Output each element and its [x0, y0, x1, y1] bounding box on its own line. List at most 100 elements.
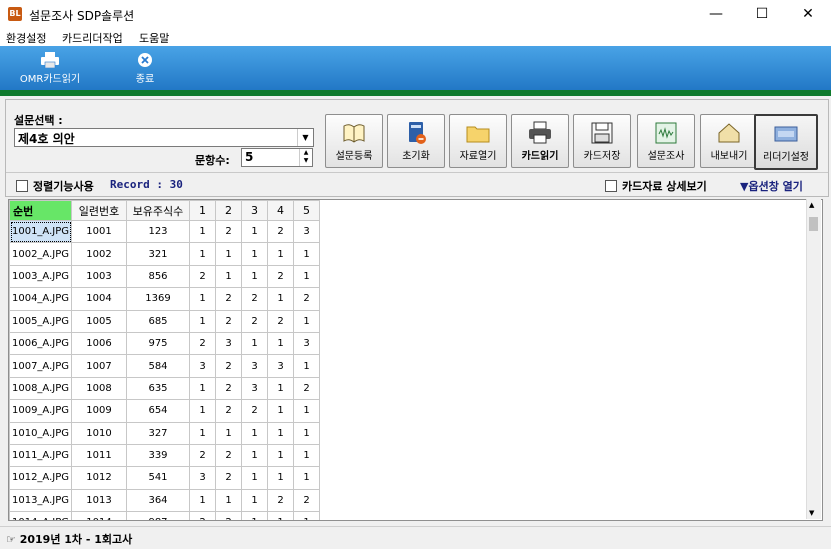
table-cell[interactable]: 1007_A.JPG	[9, 354, 72, 378]
table-cell[interactable]: 685	[126, 309, 190, 333]
table-cell[interactable]: 1	[189, 399, 216, 423]
table-cell[interactable]: 1009_A.JPG	[9, 399, 72, 423]
table-cell[interactable]: 2	[189, 264, 216, 289]
table-cell[interactable]: 1008	[71, 376, 127, 401]
table-cell[interactable]: 1009	[71, 399, 127, 423]
table-cell[interactable]: 1	[267, 511, 294, 520]
table-cell[interactable]: 584	[126, 354, 190, 378]
table-cell[interactable]: 1	[293, 421, 320, 445]
table-cell[interactable]: 1	[241, 488, 268, 513]
table-cell[interactable]: 975	[126, 331, 190, 356]
table-row[interactable]: 1001_A.JPG 1001 123 1 2 1 2 3	[9, 219, 320, 244]
table-cell[interactable]: 1	[189, 219, 216, 244]
register-survey-button[interactable]: 설문등록	[325, 114, 383, 168]
minimize-button[interactable]: —	[693, 0, 739, 28]
survey-button[interactable]: 설문조사	[637, 114, 695, 168]
scroll-up-icon[interactable]: ▲	[809, 201, 814, 209]
table-cell[interactable]: 1	[241, 331, 268, 356]
table-cell[interactable]: 2	[215, 399, 242, 423]
chevron-down-icon[interactable]: ▼	[297, 129, 313, 146]
table-cell[interactable]: 364	[126, 488, 190, 513]
table-cell[interactable]: 987	[126, 511, 190, 520]
table-cell[interactable]: 1005	[71, 309, 127, 333]
table-cell[interactable]: 1	[267, 287, 294, 311]
table-cell[interactable]: 1	[241, 443, 268, 468]
column-header[interactable]: 보유주식수	[126, 200, 190, 221]
table-cell[interactable]: 2	[215, 376, 242, 401]
table-cell[interactable]: 327	[126, 421, 190, 445]
open-options-link[interactable]: ▼옵션창 열기	[740, 178, 803, 194]
table-cell[interactable]: 2	[241, 399, 268, 423]
table-row[interactable]: 1005_A.JPG 1005 685 1 2 2 2 1	[9, 309, 320, 333]
read-card-button[interactable]: 카드읽기	[511, 114, 569, 168]
table-row[interactable]: 1008_A.JPG 1008 635 1 2 3 1 2	[9, 376, 320, 401]
table-cell[interactable]: 1	[267, 443, 294, 468]
table-cell[interactable]: 1003_A.JPG	[9, 264, 72, 289]
table-cell[interactable]: 1	[293, 354, 320, 378]
open-data-button[interactable]: 자료열기	[449, 114, 507, 168]
table-cell[interactable]: 1	[241, 219, 268, 244]
menu-settings[interactable]: 환경설정	[6, 30, 46, 46]
detail-view-checkbox[interactable]	[605, 180, 617, 192]
table-cell[interactable]: 1001	[71, 219, 127, 244]
menu-card-reader[interactable]: 카드리더작업	[62, 30, 123, 46]
table-cell[interactable]: 1001_A.JPG	[9, 219, 72, 244]
table-row[interactable]: 1011_A.JPG 1011 339 2 2 1 1 1	[9, 443, 320, 468]
table-cell[interactable]: 1	[267, 466, 294, 490]
table-cell[interactable]: 541	[126, 466, 190, 490]
table-cell[interactable]: 1	[215, 264, 242, 289]
table-row[interactable]: 1010_A.JPG 1010 327 1 1 1 1 1	[9, 421, 320, 445]
scroll-thumb[interactable]	[809, 217, 818, 231]
table-cell[interactable]: 1007	[71, 354, 127, 378]
column-header[interactable]: 일련번호	[71, 200, 127, 221]
table-cell[interactable]: 1	[293, 443, 320, 468]
table-cell[interactable]: 2	[267, 264, 294, 289]
data-grid[interactable]: 순번 일련번호 보유주식수 1 2 3 4 5 1001_A.JPG 1001 12…	[8, 199, 823, 521]
table-cell[interactable]: 1006	[71, 331, 127, 356]
table-cell[interactable]: 1014_A.JPG	[9, 511, 72, 520]
close-button[interactable]: ✕	[785, 0, 831, 28]
table-cell[interactable]: 1	[267, 331, 294, 356]
table-cell[interactable]: 1	[189, 421, 216, 445]
table-cell[interactable]: 1	[241, 242, 268, 266]
table-cell[interactable]: 1	[241, 511, 268, 520]
table-cell[interactable]: 3	[215, 331, 242, 356]
maximize-button[interactable]: ☐	[739, 0, 785, 28]
table-cell[interactable]: 3	[267, 354, 294, 378]
column-header[interactable]: 5	[293, 200, 320, 221]
question-count-stepper[interactable]: 5 ▲ ▼	[241, 148, 313, 167]
table-cell[interactable]: 1014	[71, 511, 127, 520]
table-cell[interactable]: 1	[215, 421, 242, 445]
table-cell[interactable]: 2	[215, 443, 242, 468]
table-cell[interactable]: 2	[215, 287, 242, 311]
table-cell[interactable]: 1	[241, 466, 268, 490]
table-row[interactable]: 1006_A.JPG 1006 975 2 3 1 1 3	[9, 331, 320, 356]
table-cell[interactable]: 1	[293, 242, 320, 266]
table-cell[interactable]: 1010_A.JPG	[9, 421, 72, 445]
table-cell[interactable]: 2	[215, 354, 242, 378]
table-cell[interactable]: 1013_A.JPG	[9, 488, 72, 513]
table-cell[interactable]: 2	[215, 466, 242, 490]
table-cell[interactable]: 1	[189, 488, 216, 513]
menu-help[interactable]: 도움말	[139, 30, 169, 46]
table-cell[interactable]: 2	[189, 443, 216, 468]
table-cell[interactable]: 2	[189, 511, 216, 520]
table-cell[interactable]: 1	[215, 242, 242, 266]
table-cell[interactable]: 1011	[71, 443, 127, 468]
table-cell[interactable]: 654	[126, 399, 190, 423]
table-cell[interactable]: 1	[267, 242, 294, 266]
table-cell[interactable]: 3	[189, 466, 216, 490]
table-cell[interactable]: 3	[189, 354, 216, 378]
table-cell[interactable]: 1	[293, 399, 320, 423]
survey-select[interactable]: 제4호 의안 ▼	[14, 128, 314, 147]
table-row[interactable]: 1003_A.JPG 1003 856 2 1 1 2 1	[9, 264, 320, 289]
table-cell[interactable]: 2	[293, 488, 320, 513]
table-cell[interactable]: 1004_A.JPG	[9, 287, 72, 311]
table-cell[interactable]: 321	[126, 242, 190, 266]
table-cell[interactable]: 1	[189, 309, 216, 333]
table-cell[interactable]: 1005_A.JPG	[9, 309, 72, 333]
column-header[interactable]: 3	[241, 200, 268, 221]
reset-button[interactable]: 초기화	[387, 114, 445, 168]
table-cell[interactable]: 1002_A.JPG	[9, 242, 72, 266]
column-header[interactable]: 순번	[9, 200, 72, 221]
